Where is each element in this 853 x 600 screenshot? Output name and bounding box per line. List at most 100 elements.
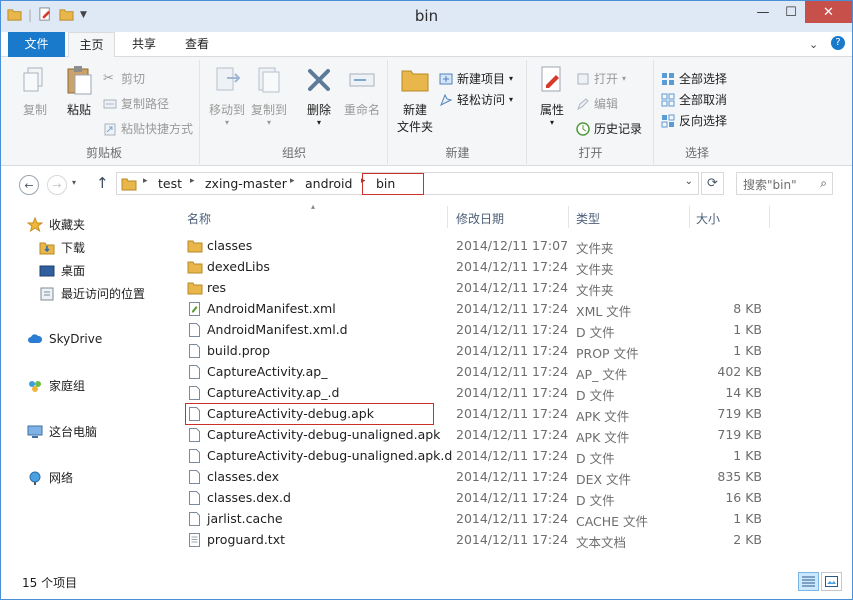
column-divider[interactable] bbox=[689, 206, 690, 228]
invert-selection-button[interactable]: 反向选择 bbox=[661, 112, 727, 129]
file-list: ▴ 名称 修改日期 类型 大小 classes 2014/12/11 17:07 文… bbox=[173, 202, 852, 567]
rename-button[interactable]: 重命名 bbox=[341, 64, 383, 118]
column-header-size[interactable]: 大小 bbox=[696, 210, 720, 227]
column-divider[interactable] bbox=[447, 206, 448, 228]
dropdown-arrow-icon: ▾ bbox=[316, 118, 321, 127]
file-name: classes.dex.d bbox=[207, 490, 291, 505]
table-row[interactable]: proguard.txt 2014/12/11 17:24 文本文档 2 KB bbox=[173, 530, 852, 551]
file-date: 2014/12/11 17:24 bbox=[456, 511, 569, 526]
details-view-button[interactable] bbox=[798, 572, 819, 591]
table-row[interactable]: build.prop 2014/12/11 17:24 PROP 文件 1 KB bbox=[173, 341, 852, 362]
file-size: 1 KB bbox=[733, 448, 762, 463]
close-button[interactable]: ✕ bbox=[805, 1, 852, 23]
maximize-button[interactable]: ☐ bbox=[777, 1, 805, 23]
new-item-button[interactable]: 新建项目 ▾ bbox=[439, 70, 513, 87]
table-row[interactable]: classes.dex.d 2014/12/11 17:24 D 文件 16 KB bbox=[173, 488, 852, 509]
folder-icon bbox=[121, 178, 137, 191]
table-row[interactable]: dexedLibs 2014/12/11 17:24 文件夹 bbox=[173, 257, 852, 278]
nav-desktop[interactable]: 桌面 bbox=[39, 262, 85, 279]
select-none-icon bbox=[661, 93, 675, 106]
cut-button[interactable]: ✂ 剪切 bbox=[103, 70, 145, 87]
copy-button[interactable]: 复制 bbox=[15, 64, 55, 118]
history-button[interactable]: 历史记录 bbox=[576, 120, 642, 137]
column-header-name[interactable]: 名称 bbox=[187, 210, 211, 227]
open-button[interactable]: 打开 ▾ bbox=[576, 70, 626, 87]
folder-icon bbox=[187, 240, 203, 253]
table-row[interactable]: CaptureActivity.ap_ 2014/12/11 17:24 AP_ 文… bbox=[173, 362, 852, 383]
file-date: 2014/12/11 17:24 bbox=[456, 448, 569, 463]
select-group: 全部选择 全部取消 反向选择 选择 bbox=[655, 60, 739, 164]
window-title: bin bbox=[414, 7, 439, 25]
file-icon bbox=[189, 323, 200, 337]
nav-favorites[interactable]: 收藏夹 bbox=[27, 216, 85, 233]
title-bar: | ▼ bin — ☐ ✕ bbox=[1, 1, 852, 32]
table-row[interactable]: CaptureActivity-debug-unaligned.apk.d 201… bbox=[173, 446, 852, 467]
explorer-window: | ▼ bin — ☐ ✕ 文件 主页 共享 查看 ⌄ ? 复制 粘贴 ✂ 剪切… bbox=[0, 0, 853, 600]
select-none-button[interactable]: 全部取消 bbox=[661, 91, 727, 108]
tab-file[interactable]: 文件 bbox=[8, 32, 65, 57]
nav-downloads[interactable]: 下载 bbox=[39, 239, 85, 256]
copy-path-button[interactable]: 复制路径 bbox=[103, 95, 169, 112]
nav-skydrive[interactable]: SkyDrive bbox=[27, 331, 102, 347]
file-date: 2014/12/11 17:24 bbox=[456, 385, 569, 400]
chevron-down-icon[interactable]: ⌄ bbox=[809, 38, 818, 51]
forward-button[interactable]: → bbox=[47, 175, 67, 195]
move-to-icon bbox=[216, 67, 241, 91]
refresh-button[interactable]: ⟳ bbox=[701, 172, 724, 195]
file-date: 2014/12/11 17:24 bbox=[456, 469, 569, 484]
help-icon[interactable]: ? bbox=[831, 36, 845, 50]
move-to-button[interactable]: 移动到 ▾ bbox=[207, 64, 247, 127]
table-row[interactable]: classes 2014/12/11 17:07 文件夹 bbox=[173, 236, 852, 257]
breadcrumb-zxing-master[interactable]: zxing-master bbox=[205, 176, 287, 191]
chevron-right-icon[interactable]: ▸ bbox=[143, 176, 148, 186]
table-row[interactable]: classes.dex 2014/12/11 17:24 DEX 文件 835 KB bbox=[173, 467, 852, 488]
file-name: AndroidManifest.xml bbox=[207, 301, 336, 316]
delete-button[interactable]: 删除 ▾ bbox=[299, 64, 339, 127]
file-type: XML 文件 bbox=[576, 304, 632, 319]
table-row[interactable]: CaptureActivity-debug.apk 2014/12/11 17:2… bbox=[173, 403, 852, 425]
search-icon: ⌕ bbox=[820, 176, 827, 190]
column-divider[interactable] bbox=[769, 206, 770, 228]
new-folder-button[interactable]: 新建 文件夹 bbox=[393, 64, 437, 135]
breadcrumb-android[interactable]: android bbox=[305, 176, 352, 191]
address-bar[interactable]: ▸ test ▸ zxing-master ▸ android ▸ bin ⌄ bbox=[116, 172, 699, 195]
table-row[interactable]: res 2014/12/11 17:24 文件夹 bbox=[173, 278, 852, 299]
chevron-right-icon[interactable]: ▸ bbox=[190, 176, 195, 186]
copy-to-button[interactable]: 复制到 ▾ bbox=[249, 64, 289, 127]
file-type: 文件夹 bbox=[576, 262, 614, 277]
easy-access-button[interactable]: 轻松访问 ▾ bbox=[439, 91, 513, 108]
nav-recent-places[interactable]: 最近访问的位置 bbox=[39, 285, 145, 302]
tab-view[interactable]: 查看 bbox=[173, 32, 221, 57]
up-button[interactable]: ↑ bbox=[96, 174, 109, 192]
edit-button[interactable]: 编辑 bbox=[576, 95, 618, 112]
search-input[interactable]: 搜索"bin" ⌕ bbox=[736, 172, 833, 195]
table-row[interactable]: jarlist.cache 2014/12/11 17:24 CACHE 文件 1 K… bbox=[173, 509, 852, 530]
tab-share[interactable]: 共享 bbox=[122, 32, 166, 57]
minimize-button[interactable]: — bbox=[749, 1, 777, 23]
tab-home[interactable]: 主页 bbox=[68, 32, 115, 58]
nav-this-pc[interactable]: 这台电脑 bbox=[27, 423, 97, 440]
column-header-date[interactable]: 修改日期 bbox=[456, 210, 504, 227]
paste-shortcut-button[interactable]: 粘贴快捷方式 bbox=[103, 120, 193, 137]
table-row[interactable]: CaptureActivity-debug-unaligned.apk 2014/… bbox=[173, 425, 852, 446]
chevron-down-icon[interactable]: ⌄ bbox=[685, 176, 693, 187]
table-row[interactable]: CaptureActivity.ap_.d 2014/12/11 17:24 D 文… bbox=[173, 383, 852, 404]
select-all-button[interactable]: 全部选择 bbox=[661, 70, 727, 87]
column-header-type[interactable]: 类型 bbox=[576, 210, 600, 227]
properties-button[interactable]: 属性 ▾ bbox=[532, 64, 572, 127]
file-icon bbox=[189, 428, 200, 442]
file-name: CaptureActivity.ap_.d bbox=[207, 385, 340, 400]
column-divider[interactable] bbox=[568, 206, 569, 228]
table-row[interactable]: AndroidManifest.xml 2014/12/11 17:24 XML 文… bbox=[173, 299, 852, 320]
table-row[interactable]: AndroidManifest.xml.d 2014/12/11 17:24 D 文… bbox=[173, 320, 852, 341]
file-name: AndroidManifest.xml.d bbox=[207, 322, 348, 337]
computer-icon bbox=[27, 425, 43, 438]
large-icons-view-button[interactable] bbox=[821, 572, 842, 591]
recent-locations-icon[interactable]: ▾ bbox=[72, 178, 76, 187]
nav-network[interactable]: 网络 bbox=[27, 469, 73, 486]
back-button[interactable]: ← bbox=[19, 175, 39, 195]
paste-button[interactable]: 粘贴 bbox=[59, 64, 99, 118]
nav-homegroup[interactable]: 家庭组 bbox=[27, 377, 85, 394]
breadcrumb-test[interactable]: test bbox=[158, 176, 182, 191]
chevron-right-icon[interactable]: ▸ bbox=[290, 176, 295, 186]
